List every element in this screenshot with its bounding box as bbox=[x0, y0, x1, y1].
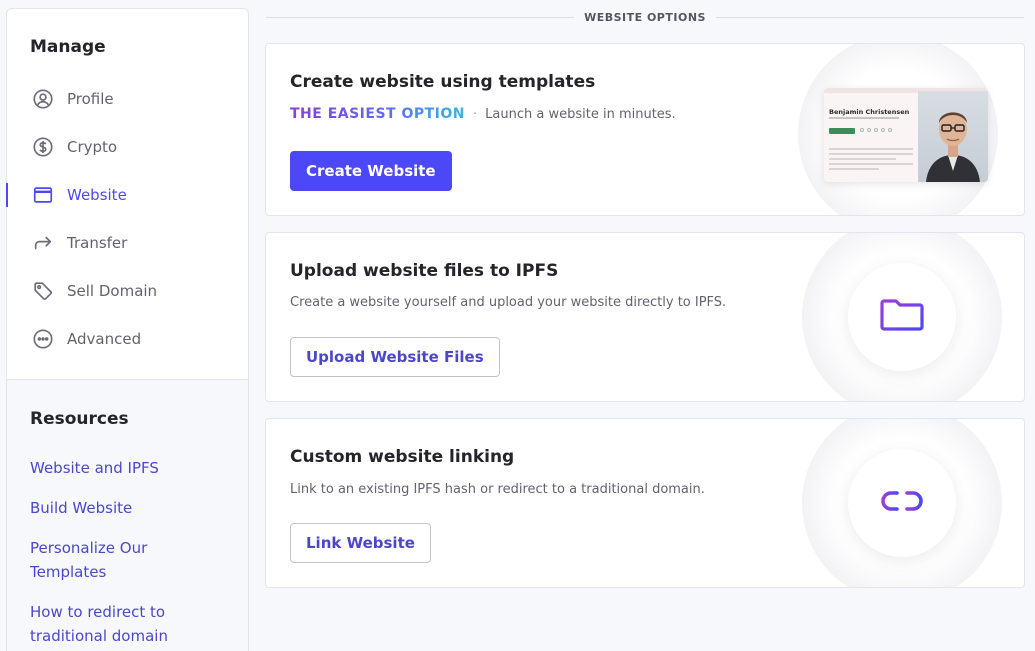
sidebar-item-label: Transfer bbox=[67, 234, 128, 252]
card-description: Link to an existing IPFS hash or redirec… bbox=[290, 482, 705, 497]
sidebar-item-label: Profile bbox=[67, 90, 114, 108]
portrait-image bbox=[918, 91, 988, 182]
resource-link-personalize-templates[interactable]: Personalize Our Templates bbox=[30, 536, 180, 584]
link-icon-disc bbox=[848, 449, 956, 557]
forward-arrow-icon bbox=[31, 231, 55, 255]
resource-link-website-ipfs[interactable]: Website and IPFS bbox=[30, 456, 230, 480]
section-title: WEBSITE OPTIONS bbox=[584, 10, 706, 24]
link-icon bbox=[880, 489, 924, 517]
section-header: WEBSITE OPTIONS bbox=[266, 8, 1025, 26]
sidebar-item-website[interactable]: Website bbox=[6, 175, 248, 215]
upload-website-files-button[interactable]: Upload Website Files bbox=[290, 337, 500, 377]
sidebar-item-crypto[interactable]: Crypto bbox=[7, 127, 248, 167]
tag-icon bbox=[31, 279, 55, 303]
resource-link-build-website[interactable]: Build Website bbox=[30, 496, 230, 520]
resource-link-redirect-traditional[interactable]: How to redirect to traditional domain bbox=[30, 600, 190, 648]
card-title: Custom website linking bbox=[290, 447, 515, 467]
section-divider-right bbox=[715, 16, 1025, 18]
resources-section: Resources Website and IPFS Build Website… bbox=[7, 380, 248, 651]
dollar-circle-icon bbox=[31, 135, 55, 159]
card-custom-linking: Custom website linking Link to an existi… bbox=[265, 418, 1025, 588]
tag-separator: · bbox=[473, 106, 478, 122]
user-circle-icon bbox=[31, 87, 55, 111]
sidebar: Manage Profile Crypto Website Transfer S… bbox=[6, 8, 249, 651]
card-description: Launch a website in minutes. bbox=[485, 106, 676, 122]
card-description: Create a website yourself and upload you… bbox=[290, 295, 727, 310]
sidebar-item-profile[interactable]: Profile bbox=[7, 79, 248, 119]
preview-name: Benjamin Christensen bbox=[829, 108, 910, 116]
folder-icon-disc bbox=[848, 263, 956, 371]
card-tagline: THE EASIEST OPTION · Launch a website in… bbox=[290, 106, 676, 122]
more-circle-icon bbox=[31, 327, 55, 351]
folder-icon bbox=[880, 297, 924, 337]
sidebar-item-label: Advanced bbox=[67, 330, 142, 348]
sidebar-item-transfer[interactable]: Transfer bbox=[7, 223, 248, 263]
card-title: Upload website files to IPFS bbox=[290, 261, 559, 281]
easiest-option-badge: THE EASIEST OPTION bbox=[290, 106, 466, 122]
card-title: Create website using templates bbox=[290, 72, 596, 92]
sidebar-item-label: Sell Domain bbox=[67, 282, 158, 300]
browser-window-icon bbox=[31, 183, 55, 207]
sidebar-item-advanced[interactable]: Advanced bbox=[7, 319, 248, 359]
section-divider-left bbox=[266, 16, 575, 18]
card-upload-ipfs: Upload website files to IPFS Create a we… bbox=[265, 232, 1025, 402]
link-website-button[interactable]: Link Website bbox=[290, 523, 431, 563]
manage-heading: Manage bbox=[30, 37, 106, 57]
sidebar-item-label: Crypto bbox=[67, 138, 118, 156]
sidebar-item-label: Website bbox=[67, 186, 127, 204]
resources-heading: Resources bbox=[30, 409, 129, 429]
sidebar-item-sell-domain[interactable]: Sell Domain bbox=[7, 271, 248, 311]
template-preview-image: Benjamin Christensen bbox=[824, 88, 988, 182]
create-website-button[interactable]: Create Website bbox=[290, 151, 452, 191]
card-create-website: Create website using templates THE EASIE… bbox=[265, 43, 1025, 216]
